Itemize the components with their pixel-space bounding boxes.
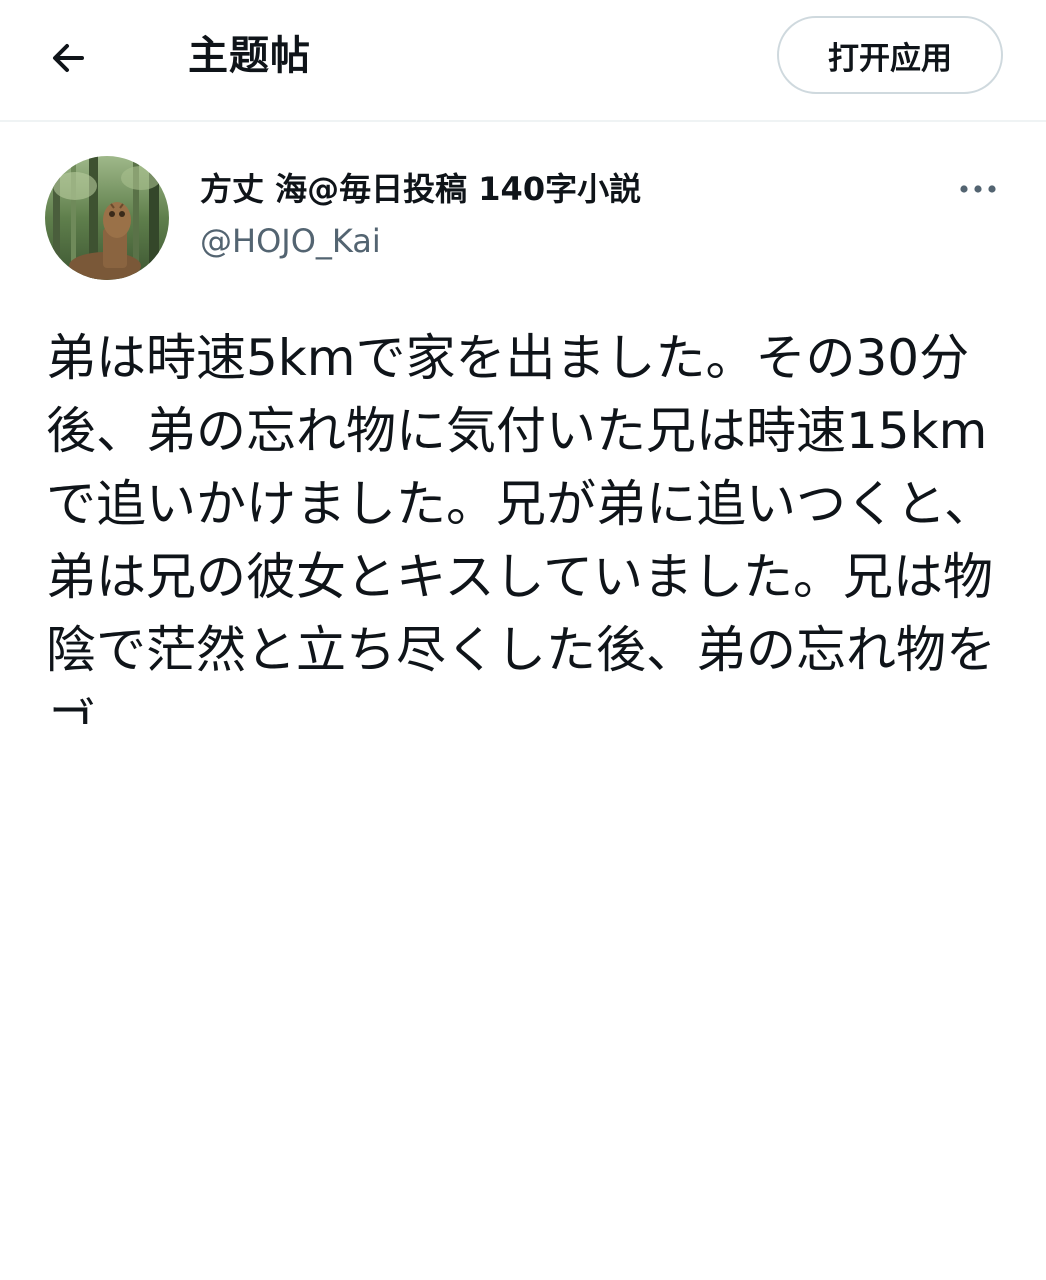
open-app-button[interactable]: 打开应用 — [777, 16, 1003, 94]
top-app-bar: 主题帖 打开应用 — [0, 0, 1046, 122]
back-button[interactable] — [40, 30, 96, 86]
avatar[interactable] — [45, 156, 169, 280]
author-handle[interactable]: @HOJO_Kai — [200, 218, 381, 264]
owl-avatar-image — [45, 156, 169, 280]
author-display-name[interactable]: 方丈 海@毎日投稿 140字小説 — [200, 166, 641, 212]
arrow-left-icon — [53, 44, 84, 72]
more-button[interactable] — [950, 166, 1006, 212]
more-horizontal-icon — [960, 185, 996, 193]
tweet-body: 弟は時速5kmで家を出ました。その30分後、弟の忘れ物に気付いた兄は時速15km… — [46, 322, 1016, 724]
page-title: 主题帖 — [188, 33, 311, 79]
tweet-text: 弟は時速5kmで家を出ました。その30分後、弟の忘れ物に気付いた兄は時速15km… — [46, 329, 996, 724]
